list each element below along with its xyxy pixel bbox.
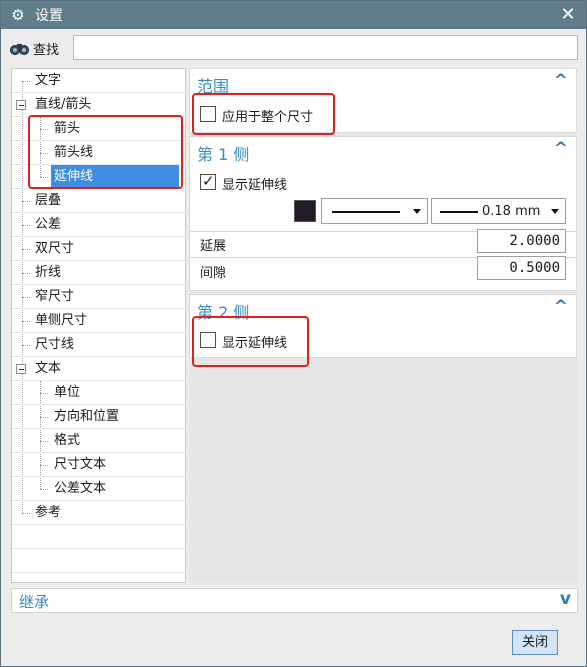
tree-item-label: 窄尺寸 bbox=[35, 289, 75, 304]
line-width-dropdown[interactable]: 0.18 mm bbox=[431, 198, 566, 224]
color-swatch[interactable] bbox=[294, 200, 316, 222]
tree-item-format[interactable]: 格式 bbox=[12, 429, 185, 453]
close-button[interactable]: 关闭 bbox=[512, 630, 558, 655]
gear-icon: ⚙ bbox=[11, 6, 25, 24]
tree-item-dimension-line[interactable]: 尺寸线 bbox=[12, 333, 185, 357]
search-label: 查找 bbox=[33, 42, 60, 58]
tree-connector bbox=[22, 321, 30, 322]
tree-item-jog[interactable]: 折线 bbox=[12, 261, 185, 285]
settings-dialog: ⚙ 设置 ✕ 查找 文字 直线/箭头 箭头 箭头线 延伸线 层叠 公差 双尺寸 … bbox=[0, 0, 587, 667]
tree-item-label: 尺寸文本 bbox=[54, 457, 107, 472]
extension-input[interactable]: 2.0000 bbox=[477, 229, 566, 253]
section-title: 第 1 侧 bbox=[197, 145, 250, 164]
tree-item-text[interactable]: 文字 bbox=[12, 69, 185, 93]
tree-item-label: 单侧尺寸 bbox=[35, 313, 88, 328]
tree-item-stacking[interactable]: 层叠 bbox=[12, 189, 185, 213]
tree-item-label: 尺寸线 bbox=[35, 337, 75, 352]
gap-label: 间隙 bbox=[200, 266, 227, 281]
tree-connector bbox=[40, 489, 48, 490]
tree-item-label: 格式 bbox=[54, 433, 81, 448]
line-style-preview bbox=[332, 211, 400, 213]
tree-item-label: 折线 bbox=[35, 265, 62, 280]
search-input[interactable] bbox=[73, 35, 578, 60]
tree-connector bbox=[22, 201, 30, 202]
binoculars-icon bbox=[9, 38, 31, 58]
section-side-1: 第 1 侧 ^ 显示延伸线 0.18 mm 延展 2.0000 间隙 0.500… bbox=[189, 136, 577, 291]
tree-item-label: 公差文本 bbox=[54, 481, 107, 496]
tree-item-orientation[interactable]: 方向和位置 bbox=[12, 405, 185, 429]
tree-item-tolerance-text[interactable]: 公差文本 bbox=[12, 477, 185, 501]
line-width-value: 0.18 mm bbox=[482, 204, 541, 219]
tree-item-label: 参考 bbox=[35, 505, 62, 520]
gap-input[interactable]: 0.5000 bbox=[477, 256, 566, 280]
tree-item-label: 文字 bbox=[35, 73, 62, 88]
tree-item-label: 单位 bbox=[54, 385, 81, 400]
line-width-preview bbox=[440, 211, 478, 213]
tree-connector bbox=[40, 441, 48, 442]
tree-connector bbox=[22, 249, 30, 250]
tree-item-label: 公差 bbox=[35, 217, 62, 232]
search-row: 查找 bbox=[9, 35, 579, 61]
tree-item-label: 方向和位置 bbox=[54, 409, 120, 424]
chevron-down-icon bbox=[413, 209, 421, 214]
tree-item-tolerance[interactable]: 公差 bbox=[12, 213, 185, 237]
tree-item-single-sided[interactable]: 单侧尺寸 bbox=[12, 309, 185, 333]
tree-item-units[interactable]: 单位 bbox=[12, 381, 185, 405]
tree-empty-row bbox=[12, 525, 185, 549]
chevron-down-icon[interactable]: v bbox=[560, 589, 571, 609]
tree-connector bbox=[40, 417, 48, 418]
tree-item-label: 文本 bbox=[35, 361, 62, 376]
section-side-1-header[interactable]: 第 1 侧 ^ bbox=[190, 137, 576, 165]
collapse-icon[interactable] bbox=[16, 364, 26, 374]
tree-connector bbox=[40, 465, 48, 466]
section-title: 继承 bbox=[19, 593, 50, 611]
chevron-up-icon[interactable]: ^ bbox=[554, 139, 568, 159]
tree-item-narrow-dimension[interactable]: 窄尺寸 bbox=[12, 285, 185, 309]
chevron-down-icon bbox=[551, 209, 559, 214]
tree-connector bbox=[22, 345, 30, 346]
extension-label: 延展 bbox=[200, 239, 227, 254]
tree-connector bbox=[22, 513, 30, 514]
tree-connector bbox=[22, 273, 30, 274]
tree-item-label: 层叠 bbox=[35, 193, 62, 208]
tree-item-dimension-text[interactable]: 尺寸文本 bbox=[12, 453, 185, 477]
title-bar: ⚙ 设置 ✕ bbox=[1, 1, 586, 29]
tree-empty-row bbox=[12, 549, 185, 573]
section-inherit[interactable]: 继承 v bbox=[11, 588, 578, 613]
show-extension-line-checkbox[interactable] bbox=[200, 172, 216, 190]
window-title: 设置 bbox=[35, 8, 63, 24]
tree-item-label: 直线/箭头 bbox=[35, 97, 92, 112]
tree-item-text-group[interactable]: 文本 bbox=[12, 357, 185, 381]
tree-item-reference[interactable]: 参考 bbox=[12, 501, 185, 525]
tree-connector bbox=[22, 225, 30, 226]
show-extension-line-label: 显示延伸线 bbox=[222, 178, 288, 193]
tree-item-line-arrow[interactable]: 直线/箭头 bbox=[12, 93, 185, 117]
close-icon[interactable]: ✕ bbox=[558, 4, 578, 25]
tree-item-dual-dimension[interactable]: 双尺寸 bbox=[12, 237, 185, 261]
highlight-box-tree bbox=[28, 115, 183, 189]
highlight-box-scope bbox=[192, 93, 335, 135]
chevron-up-icon[interactable]: ^ bbox=[554, 297, 568, 317]
tree-item-label: 双尺寸 bbox=[35, 241, 75, 256]
chevron-up-icon[interactable]: ^ bbox=[554, 71, 568, 91]
tree-connector bbox=[22, 297, 30, 298]
collapse-icon[interactable] bbox=[16, 100, 26, 110]
tree-connector bbox=[40, 393, 48, 394]
highlight-box-side-2 bbox=[192, 316, 309, 367]
line-style-dropdown[interactable] bbox=[321, 198, 428, 224]
